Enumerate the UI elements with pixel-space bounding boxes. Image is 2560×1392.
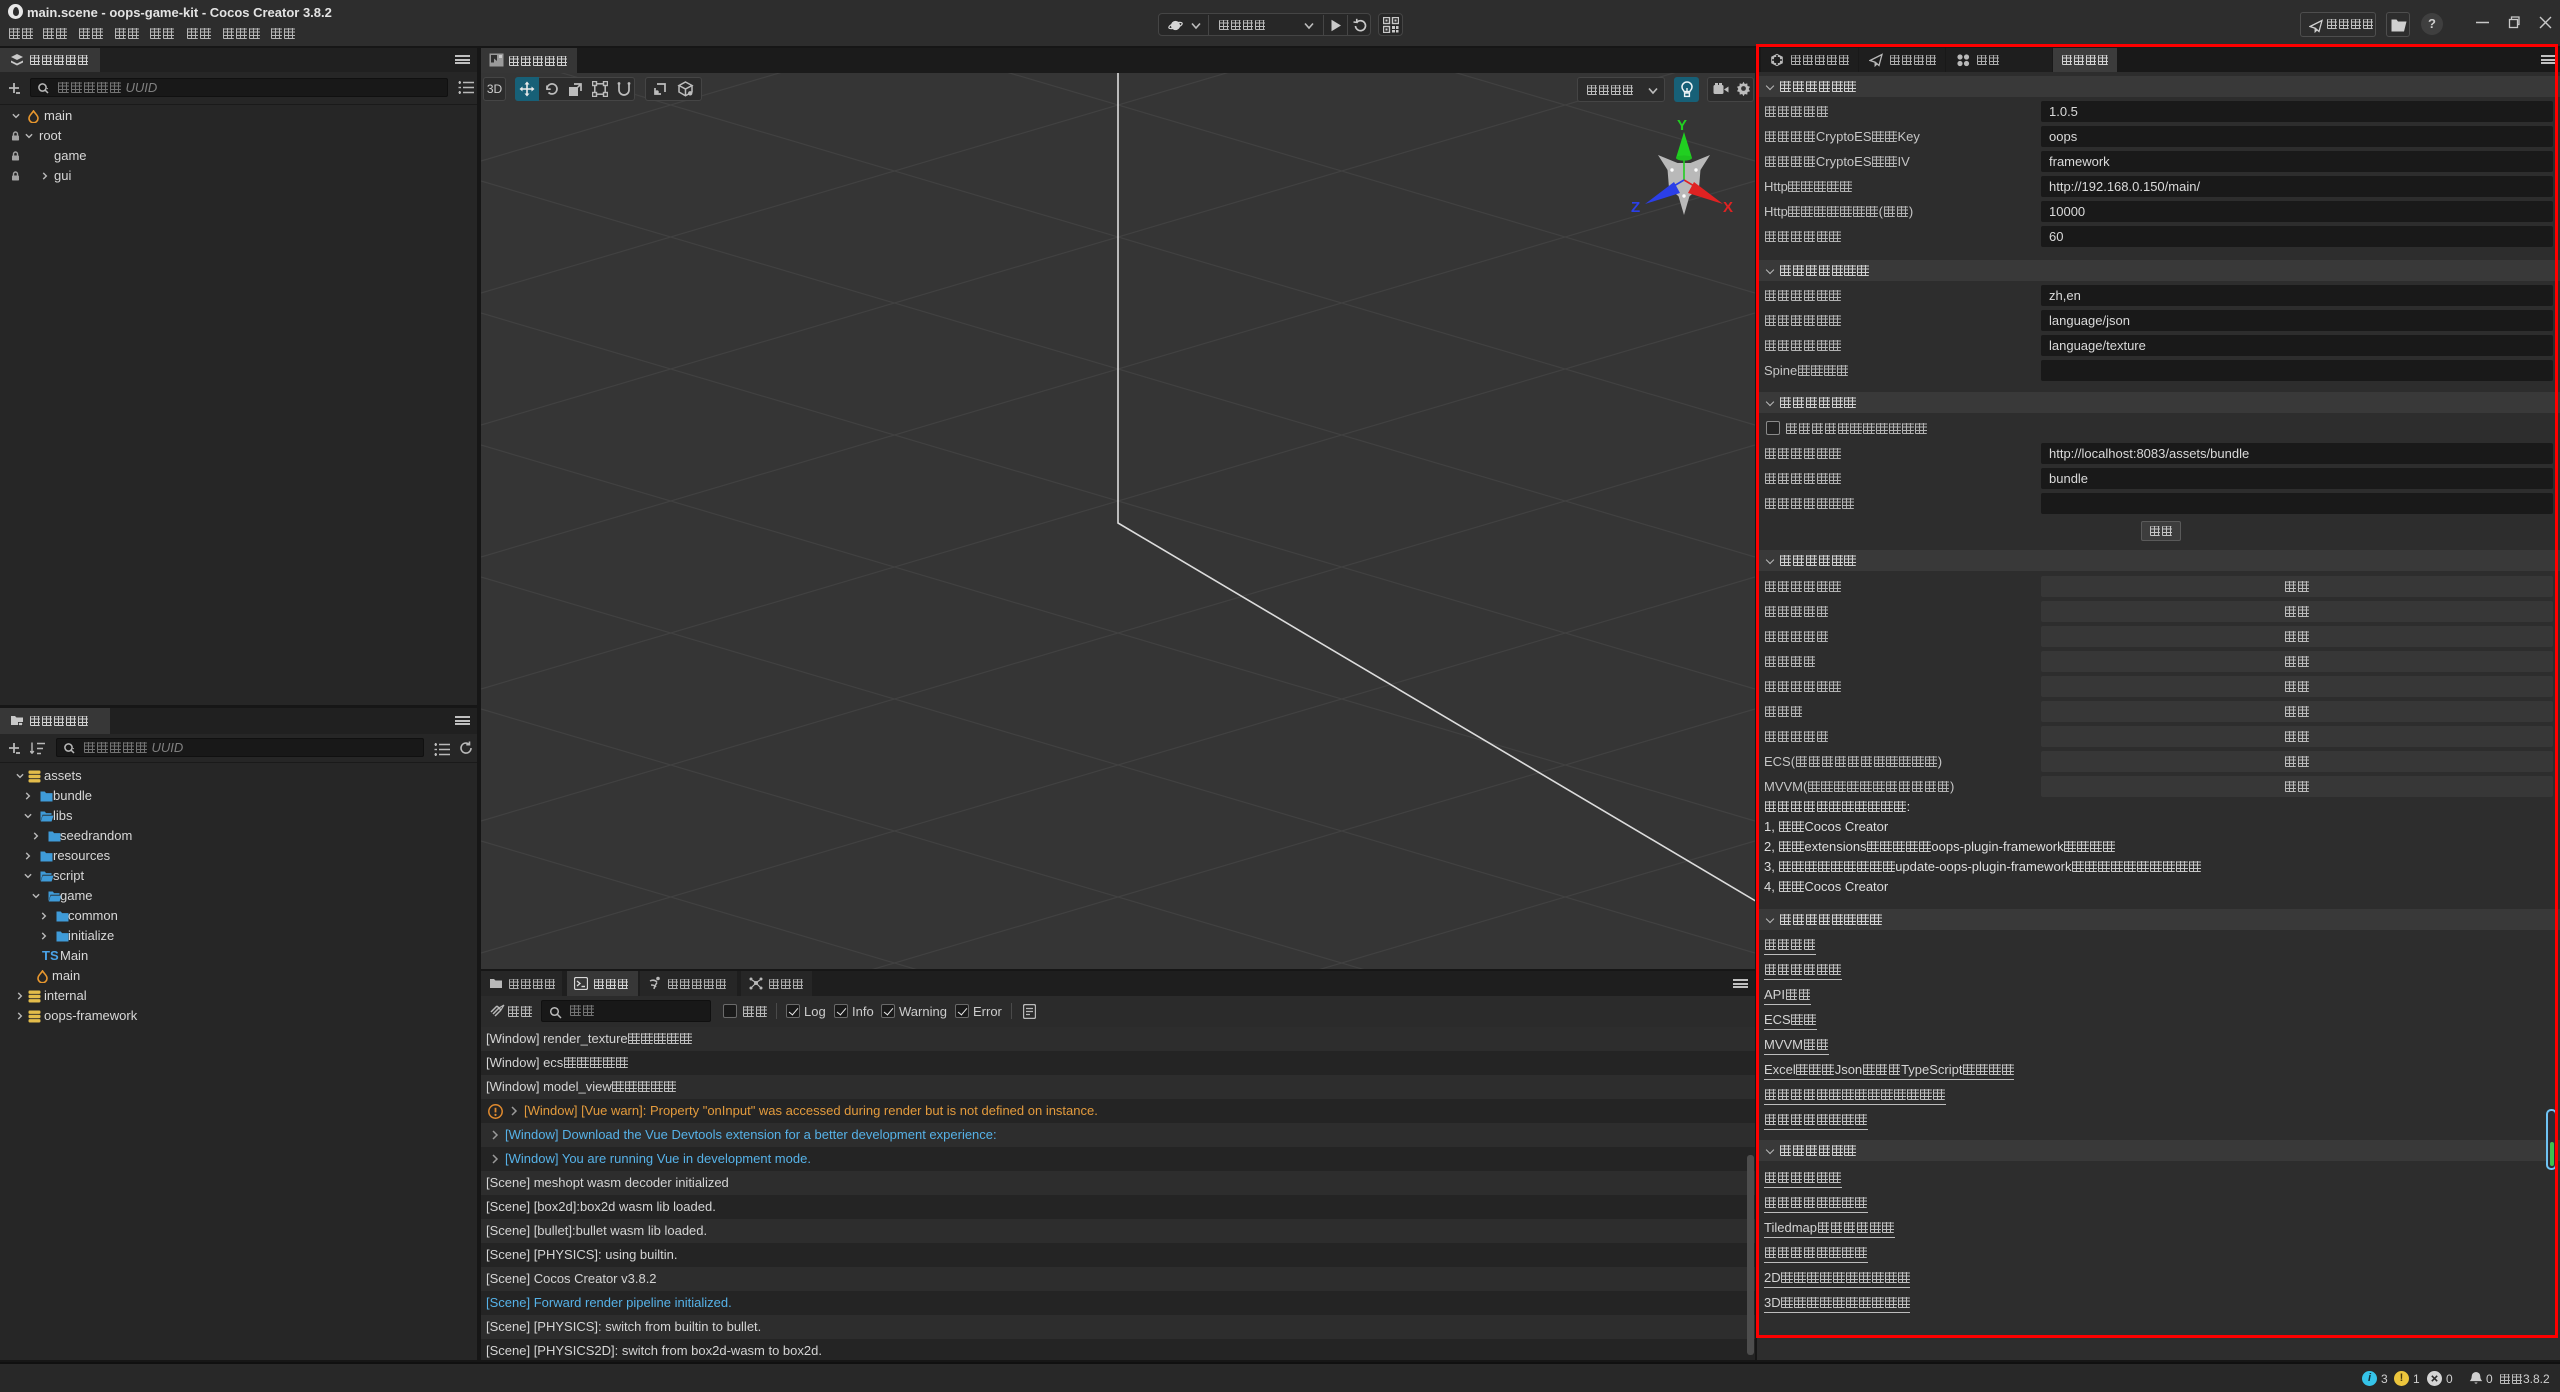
svg-text:Z: Z	[1631, 199, 1640, 216]
svg-text:X: X	[1723, 199, 1733, 216]
svg-text:Y: Y	[1677, 117, 1687, 134]
